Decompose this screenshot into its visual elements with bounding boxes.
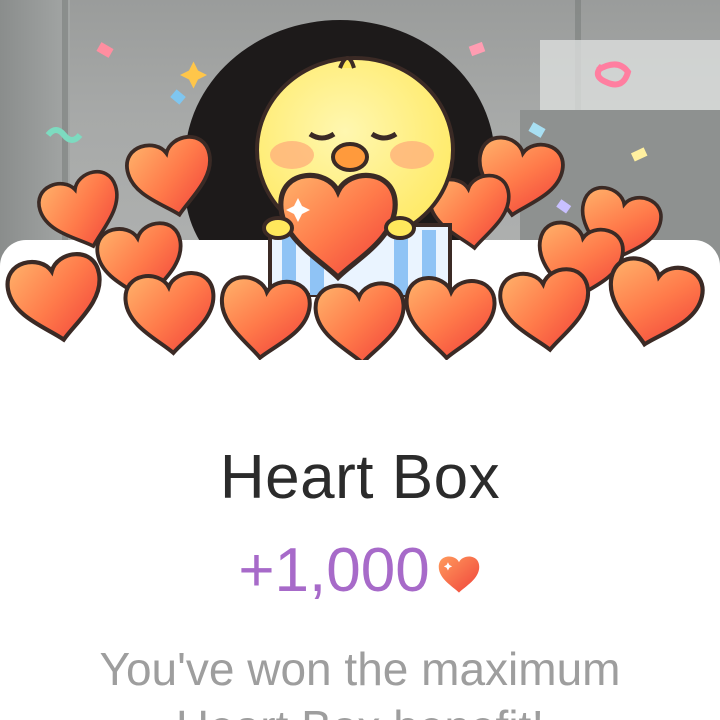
heart-icon [438,556,479,593]
reward-message-line: You've won the maximum [99,643,621,695]
reward-amount-row: +1,000 [0,535,720,606]
heart-box-reward-screen: Heart Box +1,000 You've won the maximum … [0,0,720,720]
reward-message: You've won the maximum Heart Box benefit… [0,640,720,720]
reward-amount: +1,000 [238,536,430,605]
heart-box-illustration [0,41,720,360]
reward-title: Heart Box [219,443,501,512]
reward-message-line: Heart Box benefit! [0,698,720,720]
